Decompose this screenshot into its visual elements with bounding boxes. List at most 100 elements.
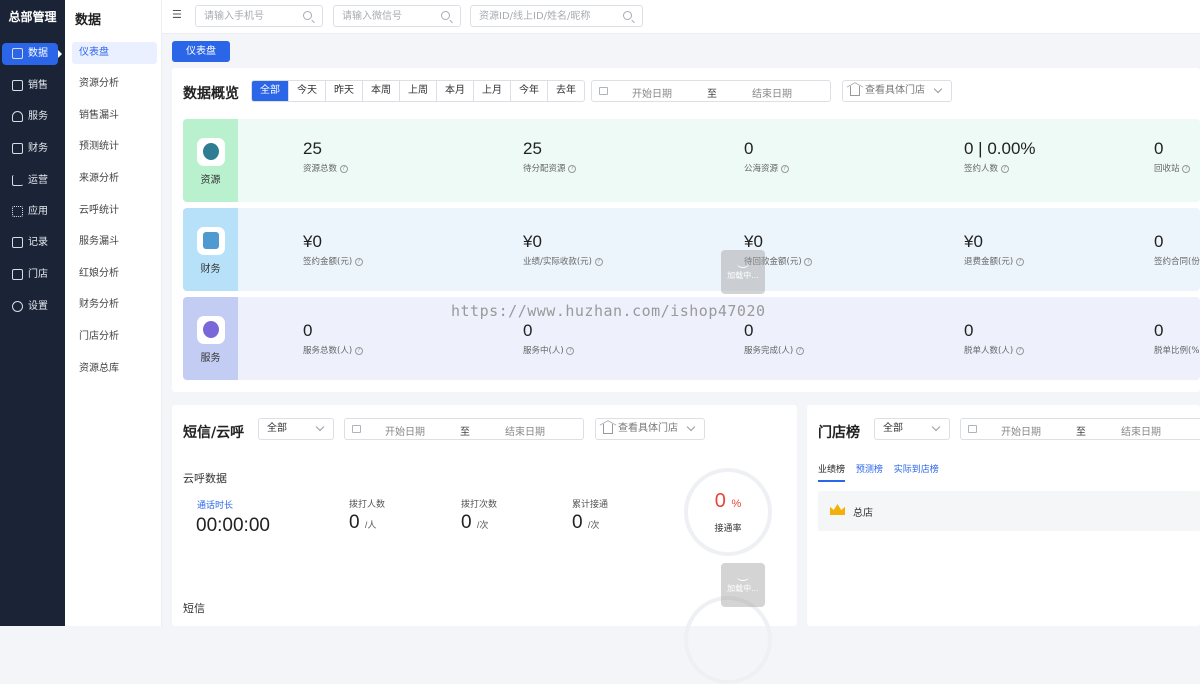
wechat-search — [333, 5, 461, 27]
service-label: 服务 — [183, 297, 238, 380]
collapse-menu-icon[interactable]: ☰ — [172, 9, 184, 20]
submenu-item-cloud-call[interactable]: 云呼统计 — [72, 200, 157, 222]
nav-item-settings[interactable]: 设置 — [2, 296, 58, 318]
nav-item-sales[interactable]: 销售 — [2, 75, 58, 97]
nav-item-service[interactable]: 服务 — [2, 106, 58, 128]
call-section-title: 云呼数据 — [183, 472, 227, 485]
help-icon[interactable]: ? — [594, 257, 603, 266]
filter-last-month[interactable]: 上月 — [474, 81, 511, 101]
calendar-icon — [352, 425, 361, 433]
metric-recycle-bin: 0 回收站 ? — [1154, 139, 1191, 174]
ranking-date-range[interactable]: 开始日期 至 结束日期 — [960, 418, 1200, 440]
filter-this-year[interactable]: 今年 — [511, 81, 548, 101]
call-duration-label: 通话时长 — [197, 501, 234, 511]
submenu-item-resource-pool[interactable]: 资源总库 — [72, 358, 157, 380]
service-badge — [197, 316, 225, 344]
submenu-item-forecast[interactable]: 预测统计 — [72, 136, 157, 158]
nav-item-store[interactable]: 门店 — [2, 264, 58, 286]
calendar-icon — [968, 425, 977, 433]
apps-icon — [12, 206, 23, 217]
operation-icon — [12, 175, 23, 186]
nav-item-finance[interactable]: 财务 — [2, 138, 58, 160]
monitor-icon — [203, 232, 219, 249]
help-icon[interactable]: ? — [795, 346, 804, 355]
ranking-scope-select[interactable]: 全部 — [874, 418, 950, 440]
filter-today[interactable]: 今天 — [289, 81, 326, 101]
connection-rate-value: 0 % — [714, 490, 742, 512]
nav-item-apps[interactable]: 应用 — [2, 201, 58, 223]
help-icon[interactable]: ? — [354, 346, 363, 355]
submenu-item-finance-analysis[interactable]: 财务分析 — [72, 294, 157, 316]
loading-indicator: 加载中... — [721, 250, 765, 294]
start-date: 开始日期 — [632, 89, 672, 100]
nav-item-data[interactable]: 数据 — [2, 43, 62, 65]
spinner-icon — [737, 260, 749, 268]
callers-label: 拨打人数 — [349, 500, 386, 510]
metric-match-ratio: 0脱单比例(%) ? — [1154, 321, 1200, 356]
submenu-item-service-funnel[interactable]: 服务漏斗 — [72, 231, 157, 253]
filter-this-month[interactable]: 本月 — [437, 81, 474, 101]
spinner-icon — [737, 573, 749, 581]
tab-forecast[interactable]: 预测榜 — [856, 465, 883, 475]
submenu-item-store-analysis[interactable]: 门店分析 — [72, 326, 157, 348]
person-icon — [203, 143, 219, 160]
search-icon[interactable] — [303, 11, 312, 20]
ranking-tabs: 业绩榜 预测榜 实际到店榜 — [818, 462, 939, 482]
connection-rate-label: 接通率 — [714, 524, 742, 534]
search-icon[interactable] — [441, 11, 450, 20]
metric-in-service: 0 服务中(人) ? — [523, 321, 575, 356]
help-icon[interactable]: ? — [1015, 257, 1024, 266]
metric-actual-received: ¥0 业绩/实际收款(元) ? — [523, 232, 603, 267]
resource-search-input[interactable] — [471, 6, 642, 26]
submenu-item-dashboard[interactable]: 仪表盘 — [72, 42, 157, 64]
nav-item-records[interactable]: 记录 — [2, 232, 58, 254]
overview-store-select[interactable]: 查看具体门店 — [842, 80, 952, 102]
tab-actual-visits[interactable]: 实际到店榜 — [894, 465, 939, 475]
nav-item-operation[interactable]: 运营 — [2, 170, 58, 192]
filter-last-week[interactable]: 上周 — [400, 81, 437, 101]
store-name: 总店 — [853, 508, 873, 519]
resource-badge — [197, 138, 225, 166]
help-icon[interactable]: ? — [1000, 164, 1009, 173]
call-duration-value: 00:00:00 — [196, 515, 270, 536]
metric-contracts: 0签约合同(份) ? — [1154, 232, 1200, 267]
metric-refund: ¥0 退费金额(元) ? — [964, 232, 1024, 267]
metric-signed: 0 | 0.00% 签约人数 ? — [964, 139, 1036, 174]
settings-icon — [12, 301, 23, 312]
metric-matched: 0 脱单人数(人) ? — [964, 321, 1024, 356]
submenu-title: 数据 — [75, 13, 102, 28]
submenu-item-sales-funnel[interactable]: 销售漏斗 — [72, 105, 157, 127]
store-rank-item[interactable]: 总店 — [818, 491, 1200, 531]
filter-all[interactable]: 全部 — [252, 81, 289, 101]
submenu-item-resource-analysis[interactable]: 资源分析 — [72, 73, 157, 95]
filter-yesterday[interactable]: 昨天 — [326, 81, 363, 101]
filter-last-year[interactable]: 去年 — [548, 81, 584, 101]
help-icon[interactable]: ? — [354, 257, 363, 266]
resource-label: 资源 — [183, 119, 238, 202]
calls-value: 0 /次 — [461, 512, 489, 533]
overview-date-range[interactable]: 开始日期 至 结束日期 — [591, 80, 831, 102]
metric-service-done: 0 服务完成(人) ? — [744, 321, 804, 356]
tab-dashboard[interactable]: 仪表盘 — [172, 41, 230, 62]
sms-scope-select[interactable]: 全部 — [258, 418, 334, 440]
sms-store-select[interactable]: 查看具体门店 — [595, 418, 705, 440]
sms-date-range[interactable]: 开始日期 至 结束日期 — [344, 418, 584, 440]
sms-call-title: 短信/云呼 — [183, 425, 245, 441]
help-icon[interactable]: ? — [1182, 164, 1191, 173]
store-icon — [12, 269, 23, 280]
search-icon[interactable] — [623, 11, 632, 20]
finance-badge — [197, 227, 225, 255]
filter-this-week[interactable]: 本周 — [363, 81, 400, 101]
top-bar: ☰ — [162, 0, 1200, 34]
sms-gauge — [684, 596, 772, 684]
help-icon[interactable]: ? — [568, 164, 577, 173]
chevron-down-icon — [686, 422, 696, 432]
tab-performance[interactable]: 业绩榜 — [818, 465, 846, 482]
help-icon[interactable]: ? — [804, 257, 813, 266]
submenu-item-source-analysis[interactable]: 来源分析 — [72, 168, 157, 190]
help-icon[interactable]: ? — [780, 164, 789, 173]
submenu-item-matchmaker[interactable]: 红娘分析 — [72, 263, 157, 285]
help-icon[interactable]: ? — [339, 164, 348, 173]
help-icon[interactable]: ? — [1015, 346, 1024, 355]
help-icon[interactable]: ? — [566, 346, 575, 355]
